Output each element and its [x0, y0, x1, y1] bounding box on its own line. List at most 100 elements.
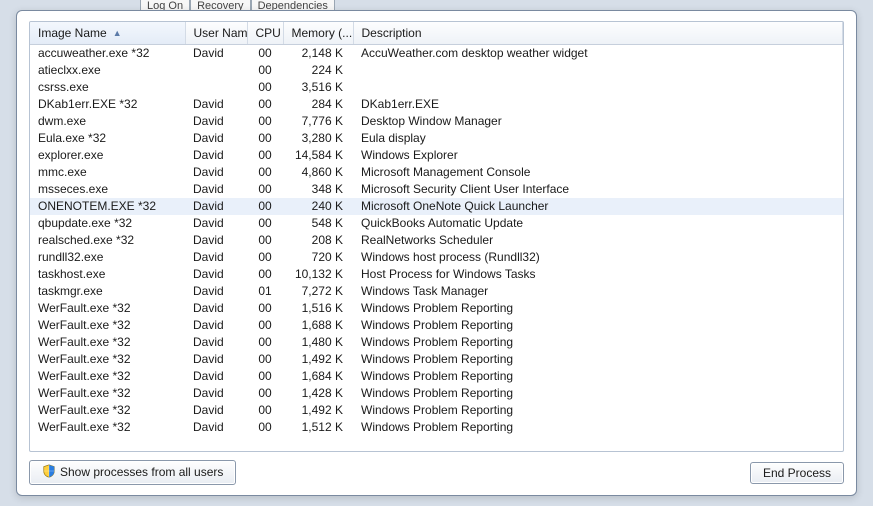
- cell-cpu: 00: [247, 232, 283, 249]
- table-row[interactable]: WerFault.exe *32David001,512 KWindows Pr…: [30, 419, 843, 436]
- cell-user-name: David: [185, 317, 247, 334]
- cell-memory: 7,776 K: [283, 113, 353, 130]
- table-row[interactable]: taskmgr.exeDavid017,272 KWindows Task Ma…: [30, 283, 843, 300]
- cell-image-name: msseces.exe: [30, 181, 185, 198]
- cell-user-name: David: [185, 334, 247, 351]
- column-header-cpu[interactable]: CPU: [247, 22, 283, 44]
- cell-user-name: David: [185, 96, 247, 113]
- cell-image-name: WerFault.exe *32: [30, 300, 185, 317]
- cell-image-name: dwm.exe: [30, 113, 185, 130]
- cell-description: Microsoft Security Client User Interface: [353, 181, 843, 198]
- process-scroll-area[interactable]: Image Name▲User NameCPU Memory (... Descri…: [30, 22, 843, 451]
- cell-memory: 1,492 K: [283, 351, 353, 368]
- table-row[interactable]: mmc.exeDavid004,860 KMicrosoft Managemen…: [30, 164, 843, 181]
- cell-cpu: 00: [247, 79, 283, 96]
- cell-memory: 1,428 K: [283, 385, 353, 402]
- cell-user-name: David: [185, 215, 247, 232]
- cell-memory: 2,148 K: [283, 44, 353, 62]
- column-header-label: Description: [362, 26, 422, 40]
- cell-memory: 1,688 K: [283, 317, 353, 334]
- cell-cpu: 00: [247, 266, 283, 283]
- cell-user-name: David: [185, 419, 247, 436]
- table-row[interactable]: Eula.exe *32David003,280 KEula display: [30, 130, 843, 147]
- cell-memory: 348 K: [283, 181, 353, 198]
- sort-asc-icon: ▲: [113, 28, 122, 38]
- cell-memory: 1,512 K: [283, 419, 353, 436]
- table-row[interactable]: dwm.exeDavid007,776 KDesktop Window Mana…: [30, 113, 843, 130]
- end-process-button[interactable]: End Process: [750, 462, 844, 484]
- cell-description: AccuWeather.com desktop weather widget: [353, 44, 843, 62]
- task-manager-panel: Image Name▲User NameCPU Memory (... Descri…: [16, 10, 857, 496]
- cell-image-name: csrss.exe: [30, 79, 185, 96]
- cell-user-name: David: [185, 44, 247, 62]
- table-row[interactable]: ONENOTEM.EXE *32David00240 KMicrosoft On…: [30, 198, 843, 215]
- cell-image-name: taskmgr.exe: [30, 283, 185, 300]
- cell-cpu: 00: [247, 96, 283, 113]
- cell-description: [353, 62, 843, 79]
- table-row[interactable]: WerFault.exe *32David001,480 KWindows Pr…: [30, 334, 843, 351]
- cell-cpu: 00: [247, 198, 283, 215]
- column-header-mem[interactable]: Memory (...: [283, 22, 353, 44]
- table-row[interactable]: WerFault.exe *32David001,492 KWindows Pr…: [30, 402, 843, 419]
- table-row[interactable]: WerFault.exe *32David001,516 KWindows Pr…: [30, 300, 843, 317]
- cell-memory: 208 K: [283, 232, 353, 249]
- cell-user-name: [185, 62, 247, 79]
- cell-user-name: David: [185, 402, 247, 419]
- cell-description: Windows Problem Reporting: [353, 351, 843, 368]
- cell-description: Microsoft OneNote Quick Launcher: [353, 198, 843, 215]
- cell-description: QuickBooks Automatic Update: [353, 215, 843, 232]
- column-header-desc[interactable]: Description: [353, 22, 843, 44]
- table-row[interactable]: taskhost.exeDavid0010,132 KHost Process …: [30, 266, 843, 283]
- cell-user-name: David: [185, 232, 247, 249]
- cell-image-name: qbupdate.exe *32: [30, 215, 185, 232]
- cell-memory: 3,516 K: [283, 79, 353, 96]
- table-row[interactable]: atieclxx.exe00224 K: [30, 62, 843, 79]
- cell-image-name: WerFault.exe *32: [30, 334, 185, 351]
- table-row[interactable]: realsched.exe *32David00208 KRealNetwork…: [30, 232, 843, 249]
- cell-cpu: 00: [247, 249, 283, 266]
- cell-image-name: WerFault.exe *32: [30, 368, 185, 385]
- table-row[interactable]: csrss.exe 003,516 K: [30, 79, 843, 96]
- cell-memory: 7,272 K: [283, 283, 353, 300]
- cell-cpu: 00: [247, 368, 283, 385]
- table-row[interactable]: qbupdate.exe *32David00548 KQuickBooks A…: [30, 215, 843, 232]
- cell-description: [353, 79, 843, 96]
- cell-image-name: mmc.exe: [30, 164, 185, 181]
- table-row[interactable]: DKab1err.EXE *32David00284 KDKab1err.EXE: [30, 96, 843, 113]
- cell-memory: 1,516 K: [283, 300, 353, 317]
- column-header-user[interactable]: User Name: [185, 22, 247, 44]
- cell-image-name: accuweather.exe *32: [30, 44, 185, 62]
- cell-cpu: 00: [247, 385, 283, 402]
- cell-cpu: 00: [247, 402, 283, 419]
- cell-memory: 240 K: [283, 198, 353, 215]
- column-header-image[interactable]: Image Name▲: [30, 22, 185, 44]
- cell-user-name: [185, 79, 247, 96]
- table-row[interactable]: accuweather.exe *32David002,148 KAccuWea…: [30, 44, 843, 62]
- table-row[interactable]: explorer.exeDavid0014,584 KWindows Explo…: [30, 147, 843, 164]
- cell-memory: 284 K: [283, 96, 353, 113]
- cell-image-name: explorer.exe: [30, 147, 185, 164]
- cell-user-name: David: [185, 385, 247, 402]
- table-row[interactable]: WerFault.exe *32David001,688 KWindows Pr…: [30, 317, 843, 334]
- cell-description: Windows Problem Reporting: [353, 317, 843, 334]
- cell-user-name: David: [185, 164, 247, 181]
- column-header-label: Memory (...: [292, 26, 353, 40]
- cell-cpu: 00: [247, 164, 283, 181]
- cell-cpu: 00: [247, 181, 283, 198]
- cell-description: RealNetworks Scheduler: [353, 232, 843, 249]
- process-table-container: Image Name▲User NameCPU Memory (... Descri…: [29, 21, 844, 452]
- table-row[interactable]: msseces.exeDavid00348 KMicrosoft Securit…: [30, 181, 843, 198]
- cell-memory: 4,860 K: [283, 164, 353, 181]
- table-row[interactable]: rundll32.exeDavid00720 KWindows host pro…: [30, 249, 843, 266]
- cell-cpu: 00: [247, 419, 283, 436]
- table-row[interactable]: WerFault.exe *32David001,492 KWindows Pr…: [30, 351, 843, 368]
- process-table: Image Name▲User NameCPU Memory (... Descri…: [30, 22, 843, 436]
- cell-description: Windows Problem Reporting: [353, 368, 843, 385]
- show-all-users-button[interactable]: Show processes from all users: [29, 460, 236, 485]
- cell-memory: 1,684 K: [283, 368, 353, 385]
- table-row[interactable]: WerFault.exe *32David001,684 KWindows Pr…: [30, 368, 843, 385]
- table-row[interactable]: WerFault.exe *32David001,428 KWindows Pr…: [30, 385, 843, 402]
- cell-image-name: WerFault.exe *32: [30, 385, 185, 402]
- cell-user-name: David: [185, 351, 247, 368]
- cell-description: Eula display: [353, 130, 843, 147]
